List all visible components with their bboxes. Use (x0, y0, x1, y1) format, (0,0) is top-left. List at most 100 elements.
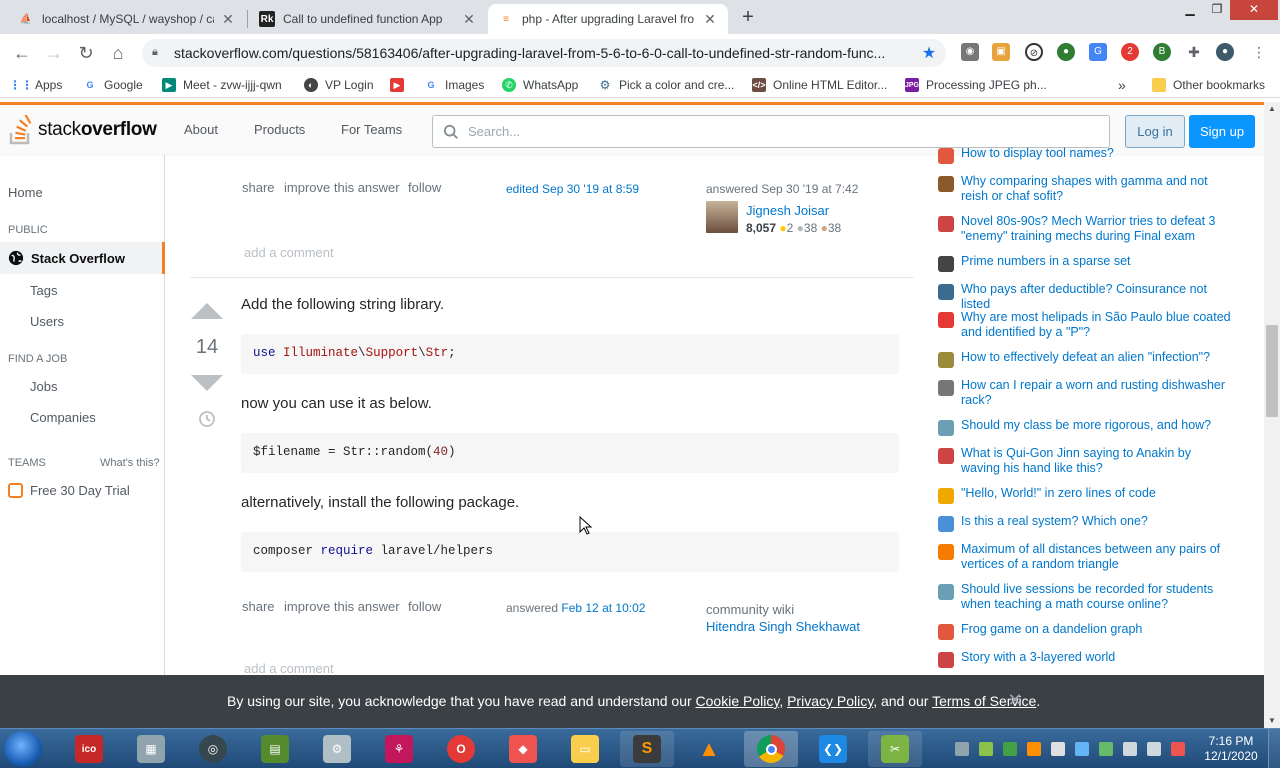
hot-question-link[interactable]: Novel 80s-90s? Mech Warrior tries to def… (961, 214, 1233, 244)
bookmark-google[interactable]: G Google (83, 76, 142, 94)
new-tab-icon[interactable]: + (736, 6, 760, 30)
hot-question-link[interactable]: What is Qui-Gon Jinn saying to Anakin by… (961, 446, 1233, 476)
improve-answer-link[interactable]: improve this answer (284, 180, 400, 195)
scroll-down-icon[interactable]: ▼ (1264, 714, 1280, 728)
start-button-icon[interactable] (4, 731, 42, 767)
taskbar-app-installer[interactable]: ⚙ (310, 731, 364, 767)
nav-products[interactable]: Products (254, 122, 305, 137)
whats-this-link[interactable]: What's this? (100, 457, 160, 469)
hot-question-link[interactable]: Frog game on a dandelion graph (961, 622, 1233, 637)
nav-users[interactable]: Users (30, 314, 64, 329)
scroll-up-icon[interactable]: ▲ (1264, 102, 1280, 116)
upvote-icon[interactable] (191, 303, 223, 319)
minimize-icon[interactable]: ▁ (1176, 0, 1204, 20)
home-icon[interactable]: ⌂ (106, 41, 130, 65)
forward-icon[interactable]: → (42, 41, 66, 65)
nav-for-teams[interactable]: For Teams (341, 122, 402, 137)
reload-icon[interactable]: ↻ (74, 41, 98, 65)
hot-question-link[interactable]: Why comparing shapes with gamma and not … (961, 174, 1233, 204)
taskbar-app-media[interactable]: ◎ (186, 731, 240, 767)
follow-link[interactable]: follow (408, 180, 441, 195)
b-plus-ext-icon[interactable]: B (1153, 43, 1171, 61)
block-ext-icon[interactable]: ⊘ (1025, 43, 1043, 61)
taskbar-app-snipping[interactable]: ✂ (868, 731, 922, 767)
taskbar-app-vscode[interactable]: ❮❯ (806, 731, 860, 767)
more-bookmarks-icon[interactable]: » (1118, 76, 1126, 94)
tray-app-icon[interactable] (979, 742, 993, 756)
close-window-icon[interactable]: ✕ (1230, 0, 1278, 20)
bookmark-youtube[interactable]: ▶ (390, 76, 411, 94)
bookmark-color-picker[interactable]: ⚙ Pick a color and cre... (598, 76, 735, 94)
hot-question-link[interactable]: Who pays after deductible? Coinsurance n… (961, 282, 1233, 312)
cookie-policy-link[interactable]: Cookie Policy (696, 693, 780, 709)
bookmark-jpeg[interactable]: JPG Processing JPEG ph... (905, 76, 1047, 94)
share-link[interactable]: share (242, 180, 275, 195)
bookmark-meet[interactable]: ▶ Meet - zvw-ijjj-qwn (162, 76, 282, 94)
address-bar[interactable]: 🔒︎ stackoverflow.com/questions/58163406/… (142, 39, 946, 67)
bookmark-images[interactable]: G Images (424, 76, 484, 94)
improve-answer-link[interactable]: improve this answer (284, 599, 400, 614)
bookmark-vp-login[interactable]: ◐ VP Login (304, 76, 374, 94)
search-input[interactable]: Search... (432, 115, 1110, 148)
scrollbar-thumb[interactable] (1266, 325, 1278, 417)
bookmark-apps[interactable]: ⋮⋮ Apps (9, 76, 62, 94)
user-name-link[interactable]: Jignesh Joisar (746, 203, 829, 218)
back-icon[interactable]: ← (10, 41, 34, 65)
hot-question-link[interactable]: Should my class be more rigorous, and ho… (961, 418, 1233, 433)
tab-stackoverflow[interactable]: ≡ php - After upgrading Laravel fro ✕ (488, 4, 728, 34)
hot-question-link[interactable]: Why are most helipads in São Paulo blue … (961, 310, 1233, 340)
tray-app-icon[interactable] (1003, 742, 1017, 756)
bookmark-star-icon[interactable]: ★ (918, 43, 940, 63)
tray-app-icon[interactable] (1051, 742, 1065, 756)
privacy-policy-link[interactable]: Privacy Policy (787, 693, 873, 709)
signup-button[interactable]: Sign up (1189, 115, 1255, 148)
hot-question-link[interactable]: "Hello, World!" in zero lines of code (961, 486, 1233, 501)
hot-question-link[interactable]: Prime numbers in a sparse set (961, 254, 1233, 269)
taskbar-app-opera[interactable]: O (434, 731, 488, 767)
avatar[interactable] (706, 201, 738, 233)
camera-ext-icon[interactable]: ◉ (961, 43, 979, 61)
hot-question-link[interactable]: Story with a 3-layered world (961, 650, 1233, 665)
tray-network-icon[interactable] (955, 742, 969, 756)
nav-home[interactable]: Home (8, 185, 43, 200)
close-tab-icon[interactable]: ✕ (220, 11, 236, 27)
history-icon[interactable] (198, 410, 216, 428)
hot-question-link[interactable]: How can I repair a worn and rusting dish… (961, 378, 1233, 408)
answered-date-link[interactable]: Feb 12 at 10:02 (561, 601, 645, 615)
tab-phpmyadmin[interactable]: ⛵ localhost / MySQL / wayshop / ca ✕ (8, 4, 246, 34)
nav-about[interactable]: About (184, 122, 218, 137)
so-logo[interactable]: stackoverflow (8, 113, 157, 147)
nav-companies[interactable]: Companies (30, 410, 96, 425)
nav-stackoverflow[interactable]: Stack Overflow (0, 242, 165, 274)
follow-link[interactable]: follow (408, 599, 441, 614)
tray-vlc-icon[interactable] (1027, 742, 1041, 756)
close-tab-icon[interactable]: ✕ (702, 11, 718, 27)
hot-question-link[interactable]: How to effectively defeat an alien "infe… (961, 350, 1233, 365)
nav-tags[interactable]: Tags (30, 283, 57, 298)
taskbar-app-explorer[interactable]: ▭ (558, 731, 612, 767)
tray-volume-icon[interactable] (1147, 742, 1161, 756)
free-trial-link[interactable]: Free 30 Day Trial (8, 483, 130, 498)
tab-laracasts[interactable]: Rk Call to undefined function App ✕ (249, 4, 487, 34)
nav-jobs[interactable]: Jobs (30, 379, 57, 394)
hot-question-link[interactable]: Maximum of all distances between any pai… (961, 542, 1233, 572)
globe-ext-icon[interactable]: ● (1057, 43, 1075, 61)
user-name-link[interactable]: Hitendra Singh Shekhawat (706, 619, 860, 634)
show-desktop-button[interactable] (1268, 729, 1280, 768)
add-comment-link[interactable]: add a comment (244, 661, 334, 676)
login-button[interactable]: Log in (1125, 115, 1185, 148)
hot-question-link[interactable]: Is this a real system? Which one? (961, 514, 1233, 529)
bookmark-other[interactable]: Other bookmarks (1152, 76, 1265, 94)
taskbar-app-ico[interactable]: ico (62, 731, 116, 767)
taskbar-app-anydesk[interactable]: ◆ (496, 731, 550, 767)
bookmark-html-editor[interactable]: </> Online HTML Editor... (752, 76, 887, 94)
restore-icon[interactable]: ❐ (1203, 0, 1231, 20)
taskbar-app-xampp[interactable]: ⚘ (372, 731, 426, 767)
add-comment-link[interactable]: add a comment (244, 245, 334, 260)
extension-badge-icon[interactable]: 2 (1121, 43, 1139, 61)
share-link[interactable]: share (242, 599, 275, 614)
bookmark-whatsapp[interactable]: ✆ WhatsApp (502, 76, 578, 94)
hot-question-link[interactable]: Should live sessions be recorded for stu… (961, 582, 1233, 612)
translate-ext-icon[interactable]: G (1089, 43, 1107, 61)
taskbar-app-control-panel[interactable]: ▦ (124, 731, 178, 767)
